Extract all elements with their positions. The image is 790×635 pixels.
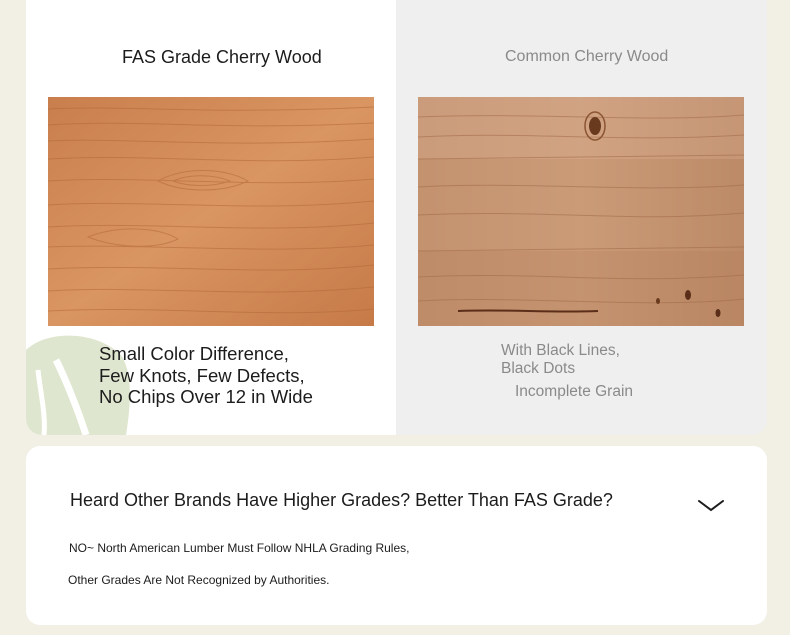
fas-cherry-wood-image bbox=[48, 97, 374, 326]
faq-answer-line: NO~ North American Lumber Must Follow NH… bbox=[69, 541, 410, 555]
common-feature-item: With Black Lines, bbox=[501, 342, 620, 359]
faq-answer-line: Other Grades Are Not Recognized by Autho… bbox=[68, 573, 330, 587]
common-grade-column: Common Cherry Wood With Black Lines, Bla… bbox=[396, 0, 767, 435]
fas-column-title: FAS Grade Cherry Wood bbox=[122, 47, 322, 67]
common-features-list: With Black Lines, Black Dots Incomplete … bbox=[501, 342, 633, 400]
common-grain-note: Incomplete Grain bbox=[515, 383, 634, 400]
common-column-title: Common Cherry Wood bbox=[505, 48, 669, 65]
fas-feature-item: Few Knots, Few Defects, bbox=[99, 364, 305, 386]
common-feature-item: Black Dots bbox=[501, 360, 576, 377]
fas-grade-column: FAS Grade Cherry Wood Small Color Differ… bbox=[26, 0, 396, 435]
common-cherry-wood-image bbox=[418, 97, 744, 326]
faq-question[interactable]: Heard Other Brands Have Higher Grades? B… bbox=[70, 490, 613, 511]
fas-feature-item: No Chips Over 12 in Wide bbox=[99, 386, 313, 407]
faq-card: Heard Other Brands Have Higher Grades? B… bbox=[26, 446, 767, 625]
fas-feature-item: Small Color Difference, bbox=[99, 343, 289, 364]
chevron-down-icon[interactable] bbox=[696, 497, 726, 513]
comparison-card: FAS Grade Cherry Wood Small Color Differ… bbox=[26, 0, 767, 435]
fas-features-list: Small Color Difference, Few Knots, Few D… bbox=[99, 343, 359, 408]
